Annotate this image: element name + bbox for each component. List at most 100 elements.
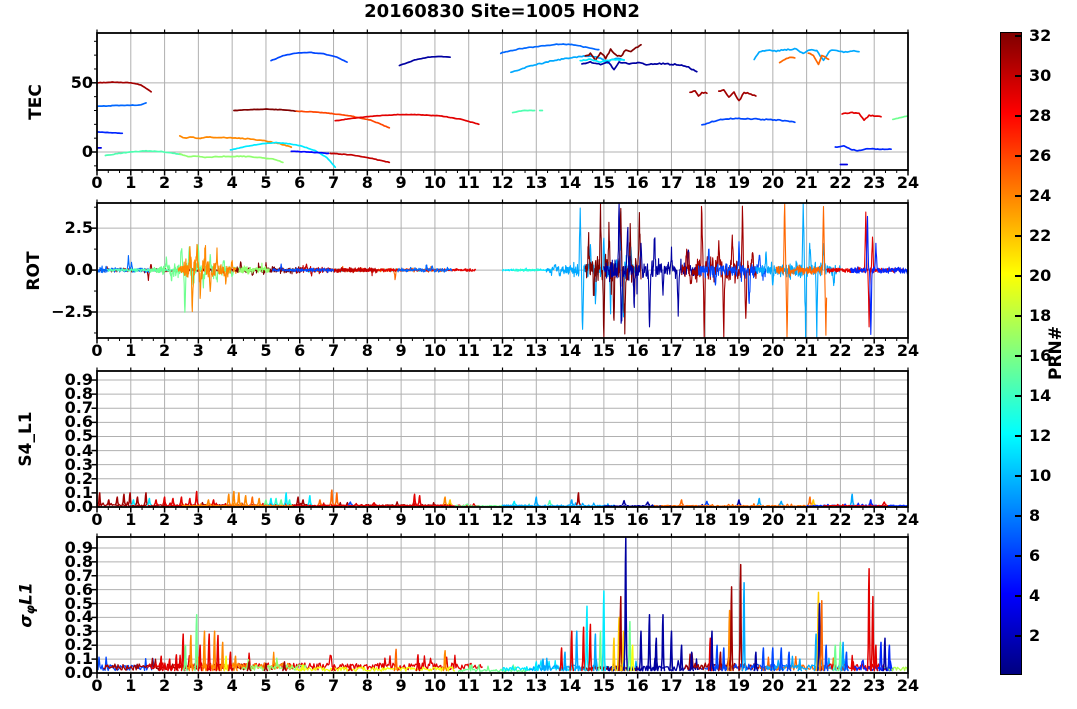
colorbar-tick-label: 12 xyxy=(1029,426,1052,445)
prn-16-spike xyxy=(598,630,603,672)
prn-25-trace xyxy=(807,52,830,66)
prn-31-trace xyxy=(689,90,708,97)
x-tick-label: 20 xyxy=(761,510,784,529)
colorbar-tick xyxy=(1015,35,1021,38)
y-axis-label-text: ROT xyxy=(24,250,44,291)
prn-30-trace xyxy=(329,152,391,164)
prn-29-spike xyxy=(187,497,193,506)
x-tick-label: 1 xyxy=(125,510,137,529)
x-tick-label: 21 xyxy=(795,676,818,695)
panel-sigma_phi_l1 xyxy=(91,533,909,679)
prn-24-spike xyxy=(243,494,248,506)
prn-29-spike xyxy=(581,626,586,672)
prn-25-spike xyxy=(317,499,323,506)
panel-s4_l1-plot xyxy=(91,367,909,513)
x-tick-label: 2 xyxy=(159,341,171,360)
prn-10-baseline xyxy=(501,502,615,507)
prn-12-trace xyxy=(229,141,337,169)
x-tick-label: 0 xyxy=(91,510,103,529)
prn-colorbar xyxy=(1000,32,1022,675)
prn-8-trace xyxy=(499,43,600,55)
panel-rot-plot xyxy=(91,199,909,344)
x-tick-label: 12 xyxy=(491,173,514,192)
x-tick-label: 6 xyxy=(294,341,306,360)
panel-sigma_phi_l1-plot xyxy=(91,533,909,679)
x-tick-label: 4 xyxy=(226,676,238,695)
x-tick-label: 19 xyxy=(727,510,751,529)
x-tick-label: 24 xyxy=(896,676,920,695)
x-tick-label: 18 xyxy=(694,676,717,695)
x-tick-label: 23 xyxy=(863,676,886,695)
x-tick-label: 17 xyxy=(660,341,683,360)
prn-10-spike xyxy=(574,630,580,672)
prn-2-spike xyxy=(660,613,666,672)
x-tick-label: 10 xyxy=(423,173,447,192)
axis-ticks xyxy=(91,29,909,176)
colorbar-tick xyxy=(1015,435,1021,438)
x-tick-label: 0 xyxy=(91,341,103,360)
x-tick-label: 21 xyxy=(795,510,818,529)
x-tick-label: 5 xyxy=(260,510,272,529)
x-tick-label: 2 xyxy=(159,173,171,192)
prn-31-spike xyxy=(121,493,127,506)
prn-7-spike xyxy=(844,651,849,672)
prn-25-spike xyxy=(250,496,255,506)
colorbar-tick-label: 30 xyxy=(1029,66,1052,85)
x-tick-label: 6 xyxy=(294,173,306,192)
x-tick-label: 2 xyxy=(159,676,171,695)
x-tick-label: 17 xyxy=(660,676,683,695)
x-tick-label: 8 xyxy=(361,173,373,192)
x-tick-label: 10 xyxy=(423,510,447,529)
colorbar-tick xyxy=(1015,155,1021,158)
colorbar-tick-label: 18 xyxy=(1029,306,1052,325)
prn-29-spike xyxy=(415,654,421,672)
colorbar-tick-label: 14 xyxy=(1029,386,1052,405)
prn-17-trace xyxy=(178,152,284,164)
y-axis-label-sigma_phi_l1: σφL1 xyxy=(17,582,38,627)
x-tick-label: 7 xyxy=(327,510,340,529)
x-tick-label: 14 xyxy=(558,510,582,529)
colorbar-tick-label: 26 xyxy=(1029,146,1052,165)
colorbar-tick-label: 8 xyxy=(1029,506,1041,525)
prn-24-trace xyxy=(177,243,238,313)
prn-25-trace xyxy=(778,56,796,64)
x-tick-label: 11 xyxy=(457,341,480,360)
prn-31-trace xyxy=(717,88,757,102)
colorbar-tick xyxy=(1015,355,1021,358)
y-tick-label: −2.5 xyxy=(51,302,93,321)
x-tick-label: 16 xyxy=(626,341,649,360)
prn-31-spike xyxy=(114,496,120,506)
x-tick-label: 23 xyxy=(863,510,886,529)
prn-12-spike xyxy=(146,497,152,506)
x-tick-label: 7 xyxy=(327,341,340,360)
prn-29-spike xyxy=(170,497,176,506)
x-tick-label: 8 xyxy=(361,510,373,529)
colorbar-tick xyxy=(1015,635,1021,638)
x-tick-label: 13 xyxy=(525,676,548,695)
colorbar-tick-label: 22 xyxy=(1029,226,1052,245)
x-tick-label: 20 xyxy=(761,676,784,695)
x-tick-label: 19 xyxy=(727,173,751,192)
colorbar-tick-label: 20 xyxy=(1029,266,1052,285)
x-tick-label: 22 xyxy=(829,173,852,192)
x-tick-label: 15 xyxy=(592,173,616,192)
colorbar-tick-label: 4 xyxy=(1029,586,1041,605)
prn-2-spike xyxy=(638,630,644,672)
colorbar-tick xyxy=(1015,115,1021,118)
prn-25-spike xyxy=(807,496,813,506)
x-tick-label: 3 xyxy=(192,676,204,695)
prn-7-spike xyxy=(704,500,710,506)
colorbar-tick xyxy=(1015,235,1021,238)
prn-24-spike xyxy=(233,655,238,672)
x-tick-label: 24 xyxy=(896,510,920,529)
x-tick-label: 8 xyxy=(361,676,373,695)
gridlines xyxy=(97,371,908,507)
prn-16-spike xyxy=(278,499,284,506)
panel-tec xyxy=(91,29,909,176)
x-tick-label: 5 xyxy=(260,341,272,360)
x-tick-label: 16 xyxy=(626,510,649,529)
colorbar-tick-label: 2 xyxy=(1029,626,1041,645)
prn-6-trace xyxy=(850,215,908,336)
y-axis-label-tec: TEC xyxy=(26,84,46,120)
y-tick-label: 0 xyxy=(81,142,93,161)
